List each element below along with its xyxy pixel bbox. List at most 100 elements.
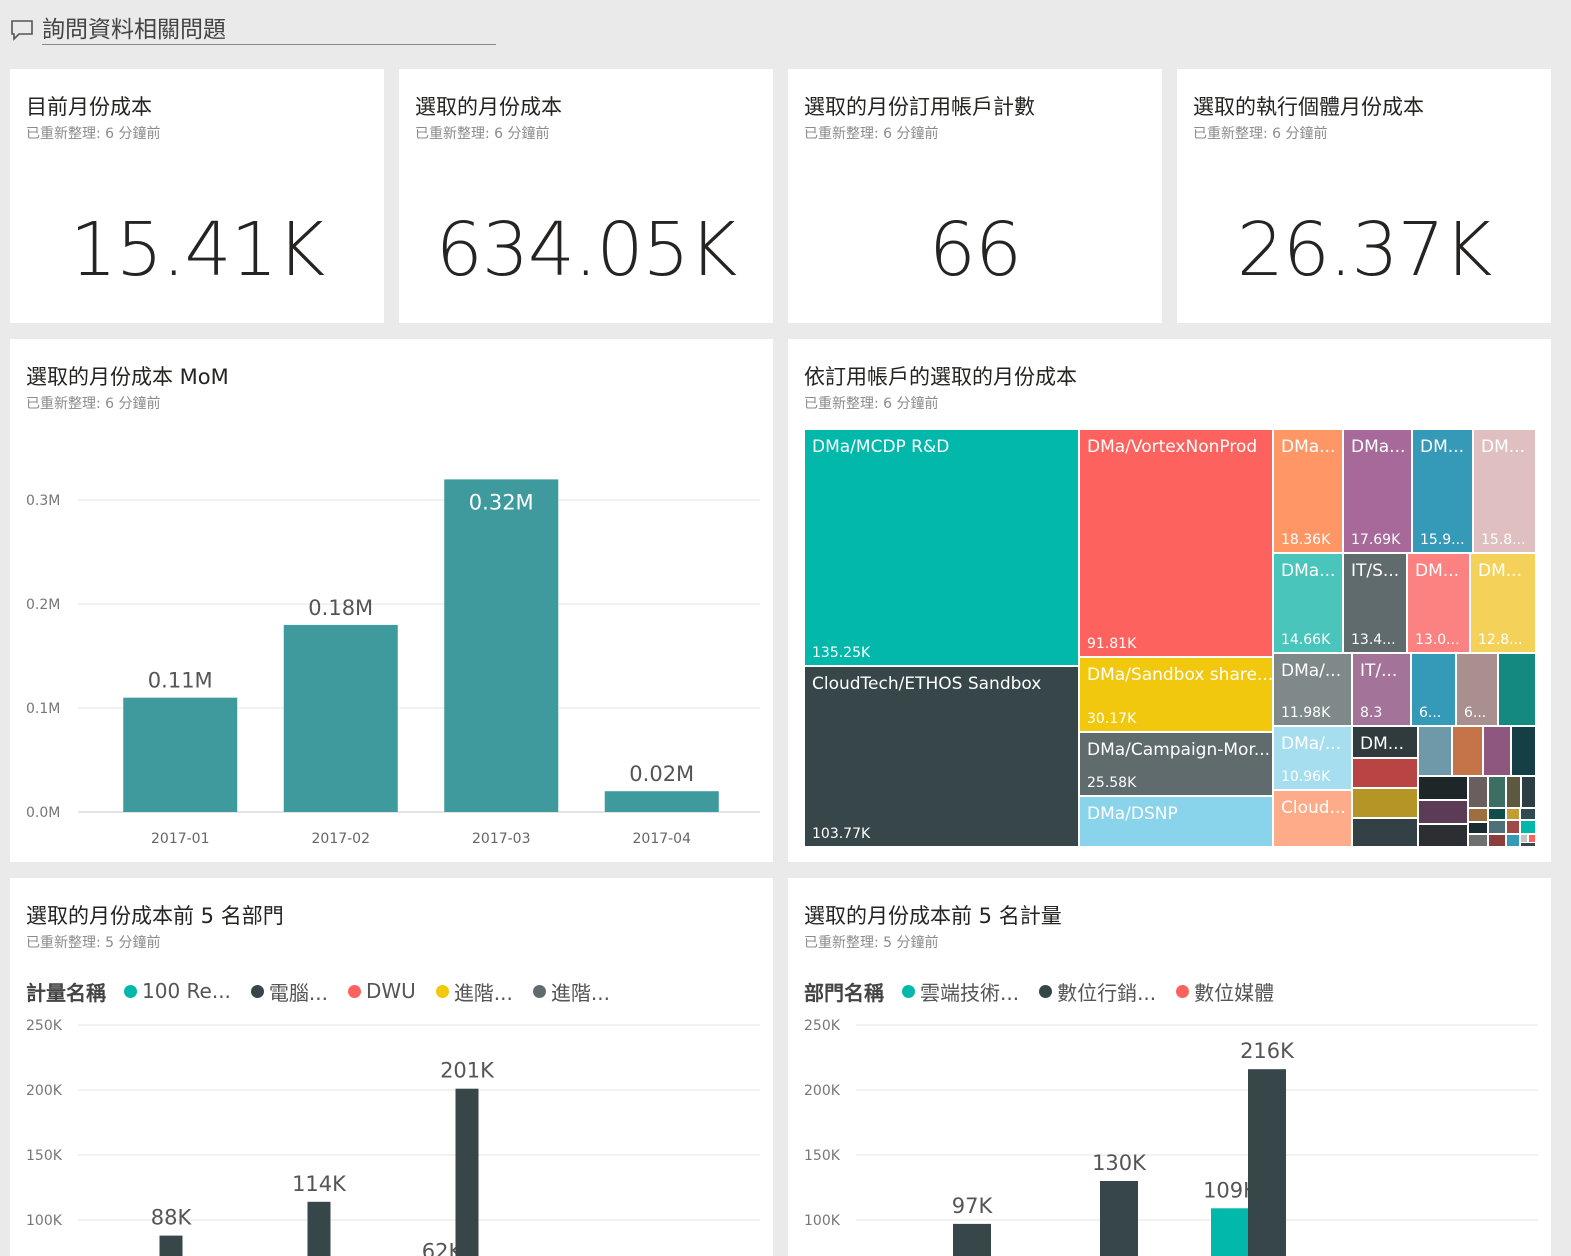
y-tick-label: 200K (804, 1083, 841, 1099)
kpi-tile-selected-month-cost[interactable]: 選取的月份成本 已重新整理: 6 分鐘前 634.05K (399, 69, 773, 323)
treemap-cell[interactable]: DMa... 18.36K (1273, 429, 1343, 553)
treemap-cell[interactable] (1498, 653, 1536, 726)
treemap-cell[interactable] (1468, 776, 1488, 808)
mom-bar-chart: 0.0M 0.1M 0.2M 0.3M 0.11M 2017-01 0.18M 2017-02… (26, 479, 760, 847)
bar[interactable] (123, 697, 238, 812)
treemap-cell[interactable]: DMa/MCDP R&D 135.25K (804, 429, 1079, 666)
treemap-cell-name: DM... (1360, 734, 1404, 754)
treemap-cell-name: DMa... (1351, 437, 1406, 457)
treemap-cell[interactable]: DMa/Sandbox share... 30.17K (1079, 657, 1273, 732)
bar[interactable] (1248, 1069, 1286, 1256)
treemap-cell[interactable]: DM... 12.8... (1470, 553, 1536, 653)
treemap-cell[interactable] (1520, 808, 1536, 820)
treemap-cell[interactable] (1520, 842, 1536, 847)
bar[interactable] (1211, 1208, 1249, 1256)
treemap-cell[interactable] (1488, 776, 1506, 808)
treemap-cell[interactable]: DMa/Campaign-Mor... 25.58K (1079, 732, 1273, 796)
tile-refreshed: 已重新整理: 6 分鐘前 (26, 126, 161, 142)
treemap-cell-name: DM... (1478, 561, 1522, 581)
x-tick-label: 2017-02 (312, 831, 371, 847)
bar[interactable] (455, 1088, 479, 1256)
tile-refreshed: 已重新整理: 6 分鐘前 (804, 126, 939, 142)
kpi-tile-instance-month-cost[interactable]: 選取的執行個體月份成本 已重新整理: 6 分鐘前 26.37K (1177, 69, 1551, 323)
treemap-cell[interactable]: DM... (1352, 726, 1418, 758)
qna-box[interactable]: 詢問資料相關問題 (10, 6, 496, 46)
treemap-cell-value: 18.36K (1281, 532, 1331, 548)
mom-chart-tile[interactable]: 選取的月份成本 MoM 已重新整理: 6 分鐘前 0.0M 0.1M 0.2M 0.3… (10, 339, 773, 862)
bar[interactable] (604, 791, 719, 812)
treemap-cell[interactable] (1488, 808, 1506, 820)
treemap-cell[interactable]: DM... 15.9... (1412, 429, 1473, 553)
y-tick-label: 0.3M (26, 493, 60, 509)
treemap-cell[interactable]: DMa/DSNP (1079, 796, 1273, 847)
treemap-cell[interactable] (1418, 776, 1468, 800)
chat-bubble-icon (11, 20, 33, 41)
bar[interactable] (283, 624, 398, 812)
top5-meter-tile[interactable]: 選取的月份成本前 5 名計量 已重新整理: 5 分鐘前 部門名稱 雲端技術...… (788, 878, 1551, 1256)
treemap-cell[interactable] (1506, 820, 1520, 834)
x-tick-label: 2017-04 (633, 831, 692, 847)
treemap-cell[interactable] (1506, 834, 1520, 847)
treemap-cell[interactable]: DMa/VortexNonProd 91.81K (1079, 429, 1273, 657)
treemap-cell-value: 25.58K (1087, 775, 1137, 791)
treemap-cell[interactable] (1483, 726, 1511, 776)
treemap-cell[interactable]: CloudTech/ETHOS Sandbox 103.77K (804, 666, 1079, 847)
treemap-cell-name: Cloud... (1281, 798, 1346, 818)
treemap-cell[interactable]: DM... 15.8... (1473, 429, 1536, 553)
treemap-cell[interactable]: IT/S... 13.4... (1343, 553, 1407, 653)
treemap-cell[interactable] (1488, 834, 1506, 847)
treemap-cell[interactable]: DM... 13.0... (1407, 553, 1470, 653)
treemap-cell[interactable] (1511, 726, 1536, 776)
treemap-cell[interactable]: DMa/... 10.96K (1273, 726, 1352, 790)
treemap-cell[interactable] (1488, 820, 1506, 834)
treemap-cell[interactable] (1352, 758, 1418, 788)
bar[interactable] (159, 1235, 183, 1256)
y-tick-label: 250K (26, 1018, 63, 1034)
treemap-cell[interactable] (1418, 726, 1452, 776)
bar[interactable] (444, 479, 559, 812)
treemap-cell[interactable]: IT/... 8.3 (1352, 653, 1411, 726)
treemap-cell[interactable] (1506, 776, 1521, 808)
data-label: 0.32M (469, 490, 534, 514)
meter-bar-chart: 100K150K200K250K97K130K109K216K (804, 1018, 1538, 1256)
data-label: 114K (292, 1172, 347, 1196)
x-tick-label: 2017-03 (472, 831, 531, 847)
treemap-cell-value: 6... (1419, 705, 1442, 721)
treemap-cell-value: 10.96K (1281, 769, 1331, 785)
treemap-cell[interactable] (1506, 808, 1520, 820)
treemap-cell[interactable]: 6... (1456, 653, 1498, 726)
bar[interactable] (953, 1223, 991, 1256)
tile-title: 選取的執行個體月份成本 (1193, 95, 1424, 119)
treemap-cell[interactable] (1418, 800, 1468, 824)
treemap-cell[interactable] (1468, 834, 1488, 847)
treemap-cell[interactable] (1352, 818, 1418, 847)
treemap-cell[interactable]: DMa/... 11.98K (1273, 653, 1352, 726)
treemap-cell-value: 135.25K (812, 645, 871, 661)
treemap-cell-value: 17.69K (1351, 532, 1401, 548)
treemap-cell[interactable]: Cloud... (1273, 790, 1352, 847)
treemap-cell-name: DM... (1415, 561, 1459, 581)
kpi-tile-subscription-count[interactable]: 選取的月份訂用帳戶計數 已重新整理: 6 分鐘前 66 (788, 69, 1162, 323)
treemap-cell[interactable] (1520, 820, 1536, 834)
treemap-cell[interactable] (1452, 726, 1483, 776)
treemap-cell[interactable] (1521, 776, 1536, 808)
treemap-cell[interactable]: DMa... 17.69K (1343, 429, 1412, 553)
treemap-tile[interactable]: 依訂用帳戶的選取的月份成本 已重新整理: 6 分鐘前 DMa/MCDP R&D 1… (788, 339, 1551, 862)
data-label: 97K (952, 1194, 994, 1218)
bar[interactable] (307, 1201, 331, 1256)
treemap-cell[interactable] (1418, 824, 1468, 847)
treemap-cell[interactable]: 6... (1411, 653, 1456, 726)
tile-title: 目前月份成本 (26, 95, 152, 119)
qna-input[interactable]: 詢問資料相關問題 (42, 10, 226, 44)
treemap-cell-value: 8.3 (1360, 705, 1383, 721)
treemap-cell[interactable] (1468, 808, 1488, 822)
treemap-cell-value: 13.0... (1415, 632, 1460, 648)
treemap-cell[interactable] (1468, 822, 1488, 834)
treemap-cell-name: DMa... (1281, 561, 1336, 581)
kpi-value: 66 (928, 207, 1022, 293)
bar[interactable] (1100, 1181, 1138, 1256)
kpi-tile-current-month-cost[interactable]: 目前月份成本 已重新整理: 6 分鐘前 15.41K (10, 69, 384, 323)
treemap-cell[interactable]: DMa... 14.66K (1273, 553, 1343, 653)
treemap-cell[interactable] (1352, 788, 1418, 818)
top5-department-tile[interactable]: 選取的月份成本前 5 名部門 已重新整理: 5 分鐘前 計量名稱 100 Re.… (10, 878, 773, 1256)
